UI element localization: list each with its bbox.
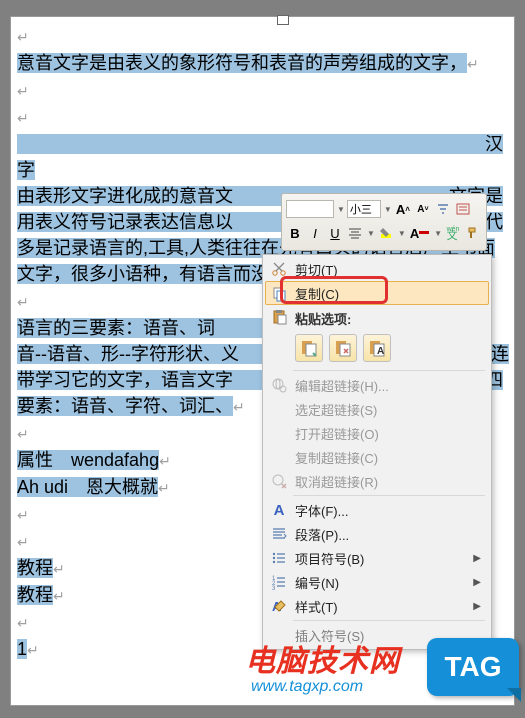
- font-icon: A: [269, 500, 289, 520]
- font-size-selector[interactable]: [347, 200, 381, 218]
- submenu-arrow-icon: ▶: [473, 601, 481, 612]
- text-selection[interactable]: 1: [17, 639, 27, 659]
- menu-copy-hyperlink[interactable]: 复制超链接(C): [265, 445, 489, 469]
- menu-label: 段落(P)...: [295, 525, 349, 544]
- svg-text:3: 3: [272, 586, 276, 590]
- submenu-arrow-icon: ▶: [473, 553, 481, 564]
- svg-text:A: A: [377, 346, 384, 357]
- mini-toolbar: ▼ ▼ A˄ A˅ B I U ▼ ▼ A▼ wén文: [281, 193, 487, 251]
- menu-label: 项目符号(B): [295, 549, 364, 568]
- menu-label: 编号(N): [295, 573, 339, 592]
- menu-label: 复制超链接(C): [295, 448, 378, 467]
- text-selection[interactable]: 意音文字是由表义的象形符号和表音的声旁组成的文字，: [17, 53, 467, 73]
- menu-paragraph[interactable]: 段落(P)...: [265, 522, 489, 546]
- paste-keep-source-button[interactable]: [295, 334, 323, 362]
- menu-label: 选定超链接(S): [295, 400, 377, 419]
- tag-badge: TAG: [427, 638, 519, 696]
- remove-link-icon: [269, 471, 289, 491]
- paragraph-icon: [269, 524, 289, 544]
- menu-label: 字体(F)...: [295, 501, 348, 520]
- menu-open-hyperlink[interactable]: 打开超链接(O): [265, 421, 489, 445]
- menu-edit-hyperlink[interactable]: 编辑超链接(H)...: [265, 373, 489, 397]
- text-selection[interactable]: Ah udi 恩大概就: [17, 477, 158, 497]
- format-painter-button[interactable]: [464, 223, 482, 243]
- numbering-icon: 123: [269, 572, 289, 592]
- text-selection[interactable]: 教程: [17, 585, 53, 605]
- menu-font[interactable]: A 字体(F)...: [265, 498, 489, 522]
- menu-select-hyperlink[interactable]: 选定超链接(S): [265, 397, 489, 421]
- styles-button[interactable]: [454, 199, 472, 219]
- scissors-icon: [269, 259, 289, 279]
- paste-options-header: 粘贴选项:: [265, 305, 489, 330]
- menu-cut[interactable]: 剪切(T): [265, 257, 489, 281]
- menu-numbering[interactable]: 123 编号(N) ▶: [265, 570, 489, 594]
- text-selection[interactable]: 要素：语音、字符、词汇、: [17, 396, 233, 416]
- menu-label: 编辑超链接(H)...: [295, 376, 389, 395]
- font-family-selector[interactable]: [286, 200, 334, 218]
- paste-options-row: A: [265, 330, 489, 368]
- highlight-button[interactable]: [377, 223, 395, 243]
- clipboard-icon: [269, 307, 289, 327]
- menu-remove-hyperlink[interactable]: 取消超链接(R): [265, 469, 489, 493]
- text-selection[interactable]: 汉字: [17, 134, 503, 180]
- text-selection[interactable]: 教程: [17, 558, 53, 578]
- menu-copy[interactable]: 复制(C): [265, 281, 489, 305]
- submenu-arrow-icon: ▶: [473, 577, 481, 588]
- styles-icon: A: [269, 596, 289, 616]
- grow-font-button[interactable]: A˄: [394, 199, 412, 219]
- menu-styles[interactable]: A 样式(T) ▶: [265, 594, 489, 618]
- change-case-button[interactable]: [434, 199, 452, 219]
- underline-button[interactable]: U: [326, 223, 344, 243]
- paste-text-only-button[interactable]: A: [363, 334, 391, 362]
- bold-button[interactable]: B: [286, 223, 304, 243]
- bullets-icon: [269, 548, 289, 568]
- menu-label: 打开超链接(O): [295, 424, 379, 443]
- context-menu: 剪切(T) 复制(C) 粘贴选项: A 编辑超链接(H)... 选定超链接(S): [262, 254, 492, 650]
- text-selection[interactable]: 属性 wendafahg: [17, 450, 159, 470]
- menu-label: 插入符号(S): [295, 626, 364, 645]
- tab-marker: [277, 15, 289, 25]
- menu-bullets[interactable]: 项目符号(B) ▶: [265, 546, 489, 570]
- globe-link-icon: [269, 375, 289, 395]
- italic-button[interactable]: I: [306, 223, 324, 243]
- menu-label: 取消超链接(R): [295, 472, 378, 491]
- font-color-button[interactable]: A: [408, 223, 431, 243]
- ruby-button[interactable]: wén文: [444, 223, 462, 243]
- menu-cut-label: 剪切(T): [295, 260, 338, 279]
- shrink-font-button[interactable]: A˅: [414, 199, 432, 219]
- copy-icon: [270, 284, 290, 304]
- paste-merge-button[interactable]: [329, 334, 357, 362]
- menu-label: 样式(T): [295, 597, 338, 616]
- menu-copy-label: 复制(C): [295, 284, 339, 303]
- align-center-button[interactable]: [346, 223, 364, 243]
